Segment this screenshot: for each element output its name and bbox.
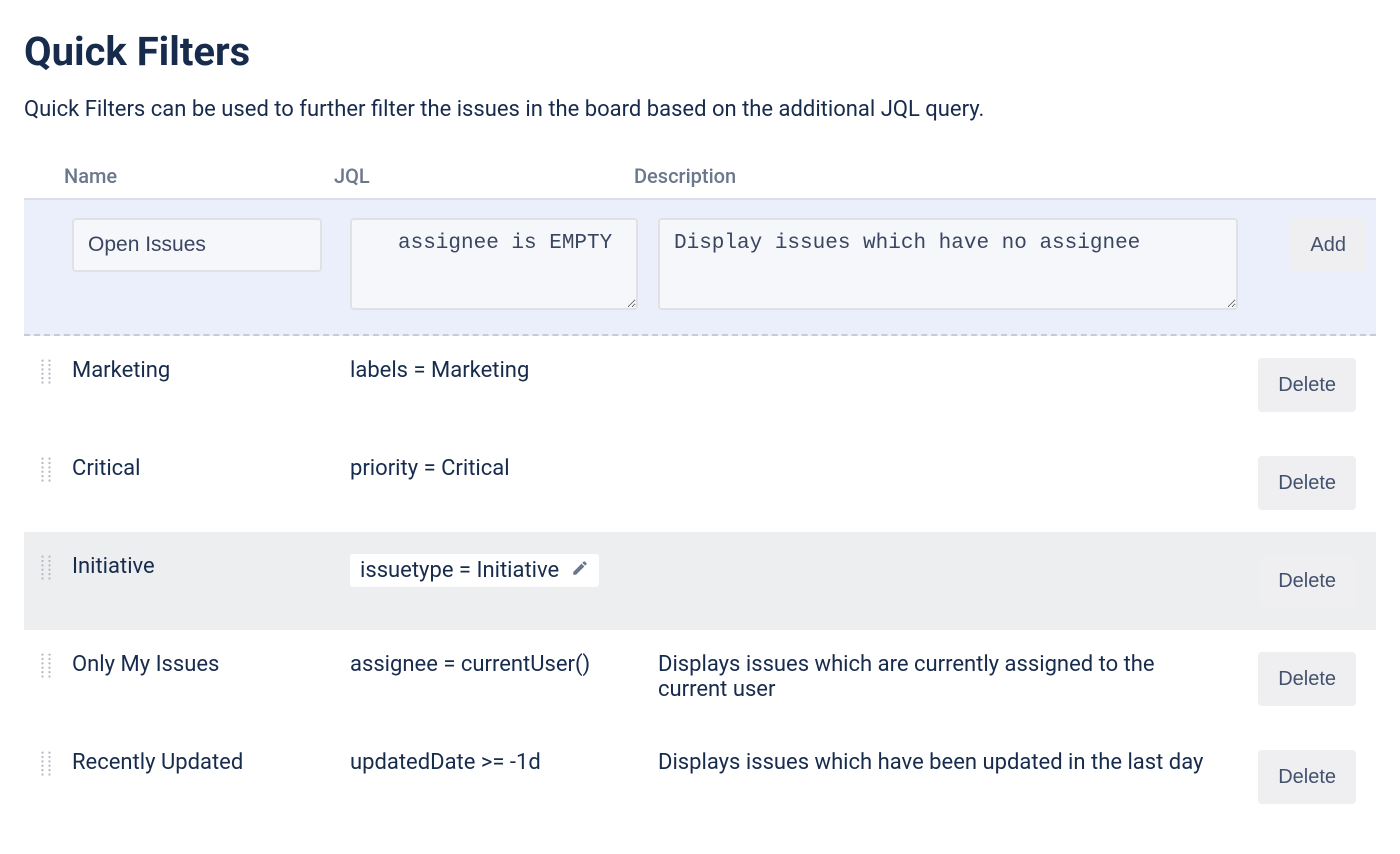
drag-handle-icon[interactable] [38, 750, 54, 778]
table-header-row: Name JQL Description [24, 158, 1376, 198]
drag-handle-icon[interactable] [38, 456, 54, 484]
filter-description[interactable]: Displays issues which have been updated … [658, 750, 1228, 775]
filter-name[interactable]: Critical [72, 456, 342, 481]
table-row: Only My Issues assignee = currentUser() Di… [24, 630, 1376, 728]
drag-handle-icon[interactable] [38, 652, 54, 680]
add-button[interactable]: Add [1290, 218, 1366, 272]
table-row: Initiative issuetype = Initiative Delete [24, 532, 1376, 630]
filter-jql-input[interactable] [350, 218, 638, 310]
filter-jql[interactable]: issuetype = Initiative [350, 554, 650, 587]
drag-handle-icon[interactable] [38, 358, 54, 386]
filter-name-input[interactable] [72, 218, 322, 272]
filter-name[interactable]: Initiative [72, 554, 342, 579]
filter-jql[interactable]: labels = Marketing [350, 358, 650, 383]
column-header-jql: JQL [334, 164, 634, 188]
filter-name[interactable]: Recently Updated [72, 750, 342, 775]
delete-button[interactable]: Delete [1258, 554, 1356, 608]
column-header-name: Name [64, 164, 334, 188]
page-description: Quick Filters can be used to further fil… [24, 97, 1376, 122]
filter-name[interactable]: Only My Issues [72, 652, 342, 677]
filter-description[interactable]: Displays issues which are currently assi… [658, 652, 1228, 702]
column-header-description: Description [634, 164, 1236, 188]
delete-button[interactable]: Delete [1258, 358, 1356, 412]
filter-description-input[interactable] [658, 218, 1238, 310]
drag-handle-icon[interactable] [38, 554, 54, 582]
delete-button[interactable]: Delete [1258, 652, 1356, 706]
quick-filters-table: Name JQL Description Add Marketing labels… [24, 158, 1376, 826]
add-filter-row: Add [24, 198, 1376, 336]
page-title: Quick Filters [24, 28, 1376, 75]
table-row: Recently Updated updatedDate >= -1d Displa… [24, 728, 1376, 826]
filter-jql[interactable]: assignee = currentUser() [350, 652, 650, 677]
table-row: Critical priority = Critical Delete [24, 434, 1376, 532]
delete-button[interactable]: Delete [1258, 750, 1356, 804]
filter-jql[interactable]: updatedDate >= -1d [350, 750, 650, 775]
filter-name[interactable]: Marketing [72, 358, 342, 383]
delete-button[interactable]: Delete [1258, 456, 1356, 510]
table-row: Marketing labels = Marketing Delete [24, 336, 1376, 434]
edit-icon[interactable] [571, 558, 589, 583]
filter-jql[interactable]: priority = Critical [350, 456, 650, 481]
